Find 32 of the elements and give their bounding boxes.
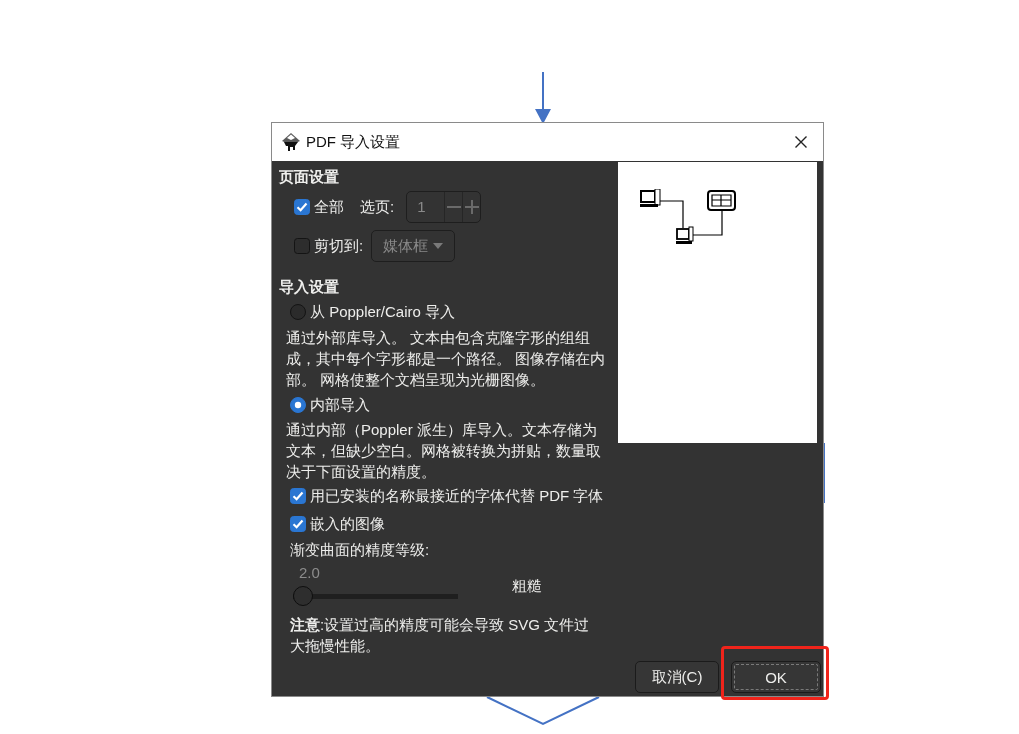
- note-text: 注意:设置过高的精度可能会导致 SVG 文件过大拖慢性能。: [289, 615, 591, 656]
- spin-value: 1: [416, 197, 427, 217]
- section-heading: 页面设置: [279, 167, 340, 187]
- description-text: 通过内部（Poppler 派生）库导入。文本存储为文本，但缺少空白。网格被转换为拼贴，数量取决于下面设置的精度。: [285, 420, 602, 482]
- field-label: 选页:: [360, 197, 395, 217]
- dialog-button[interactable]: 取消(C): [635, 661, 719, 693]
- slider-value: 2.0: [298, 563, 321, 583]
- slider-thumb[interactable]: [293, 586, 313, 606]
- close-icon: [795, 136, 807, 148]
- dialog-button[interactable]: OK: [731, 661, 821, 693]
- dropdown-value: 媒体框: [383, 236, 429, 256]
- slider-label: 渐变曲面的精度等级:: [289, 540, 431, 560]
- quality-label: 粗糙: [512, 575, 542, 596]
- radio-label: 内部导入: [310, 395, 370, 415]
- radio-button[interactable]: [290, 304, 306, 320]
- checkbox-label: 全部: [314, 197, 344, 217]
- caret-icon: [433, 243, 444, 249]
- radio-button[interactable]: [290, 397, 306, 413]
- checkbox-label: 嵌入的图像: [310, 514, 385, 534]
- plus-icon: [464, 200, 479, 214]
- radio-label: 从 Poppler/Cairo 导入: [310, 302, 456, 322]
- section-heading: 导入设置: [279, 277, 340, 297]
- checkbox-label: 用已安装的名称最接近的字体代替 PDF 字体: [310, 486, 604, 506]
- window-title: PDF 导入设置: [306, 132, 401, 152]
- checkbox[interactable]: [290, 516, 306, 532]
- checkbox[interactable]: [294, 199, 310, 215]
- checkbox-label: 剪切到:: [314, 236, 364, 256]
- checkbox[interactable]: [290, 488, 306, 504]
- logo-icon: [282, 133, 300, 151]
- description-text: 通过外部库导入。 文本由包含克隆字形的组组成，其中每个字形都是一个路径。 图像存储在内部。 网格使整个文档呈现为光栅图像。: [285, 328, 607, 390]
- flow-arrow: [535, 72, 551, 124]
- minus-icon: [446, 206, 461, 208]
